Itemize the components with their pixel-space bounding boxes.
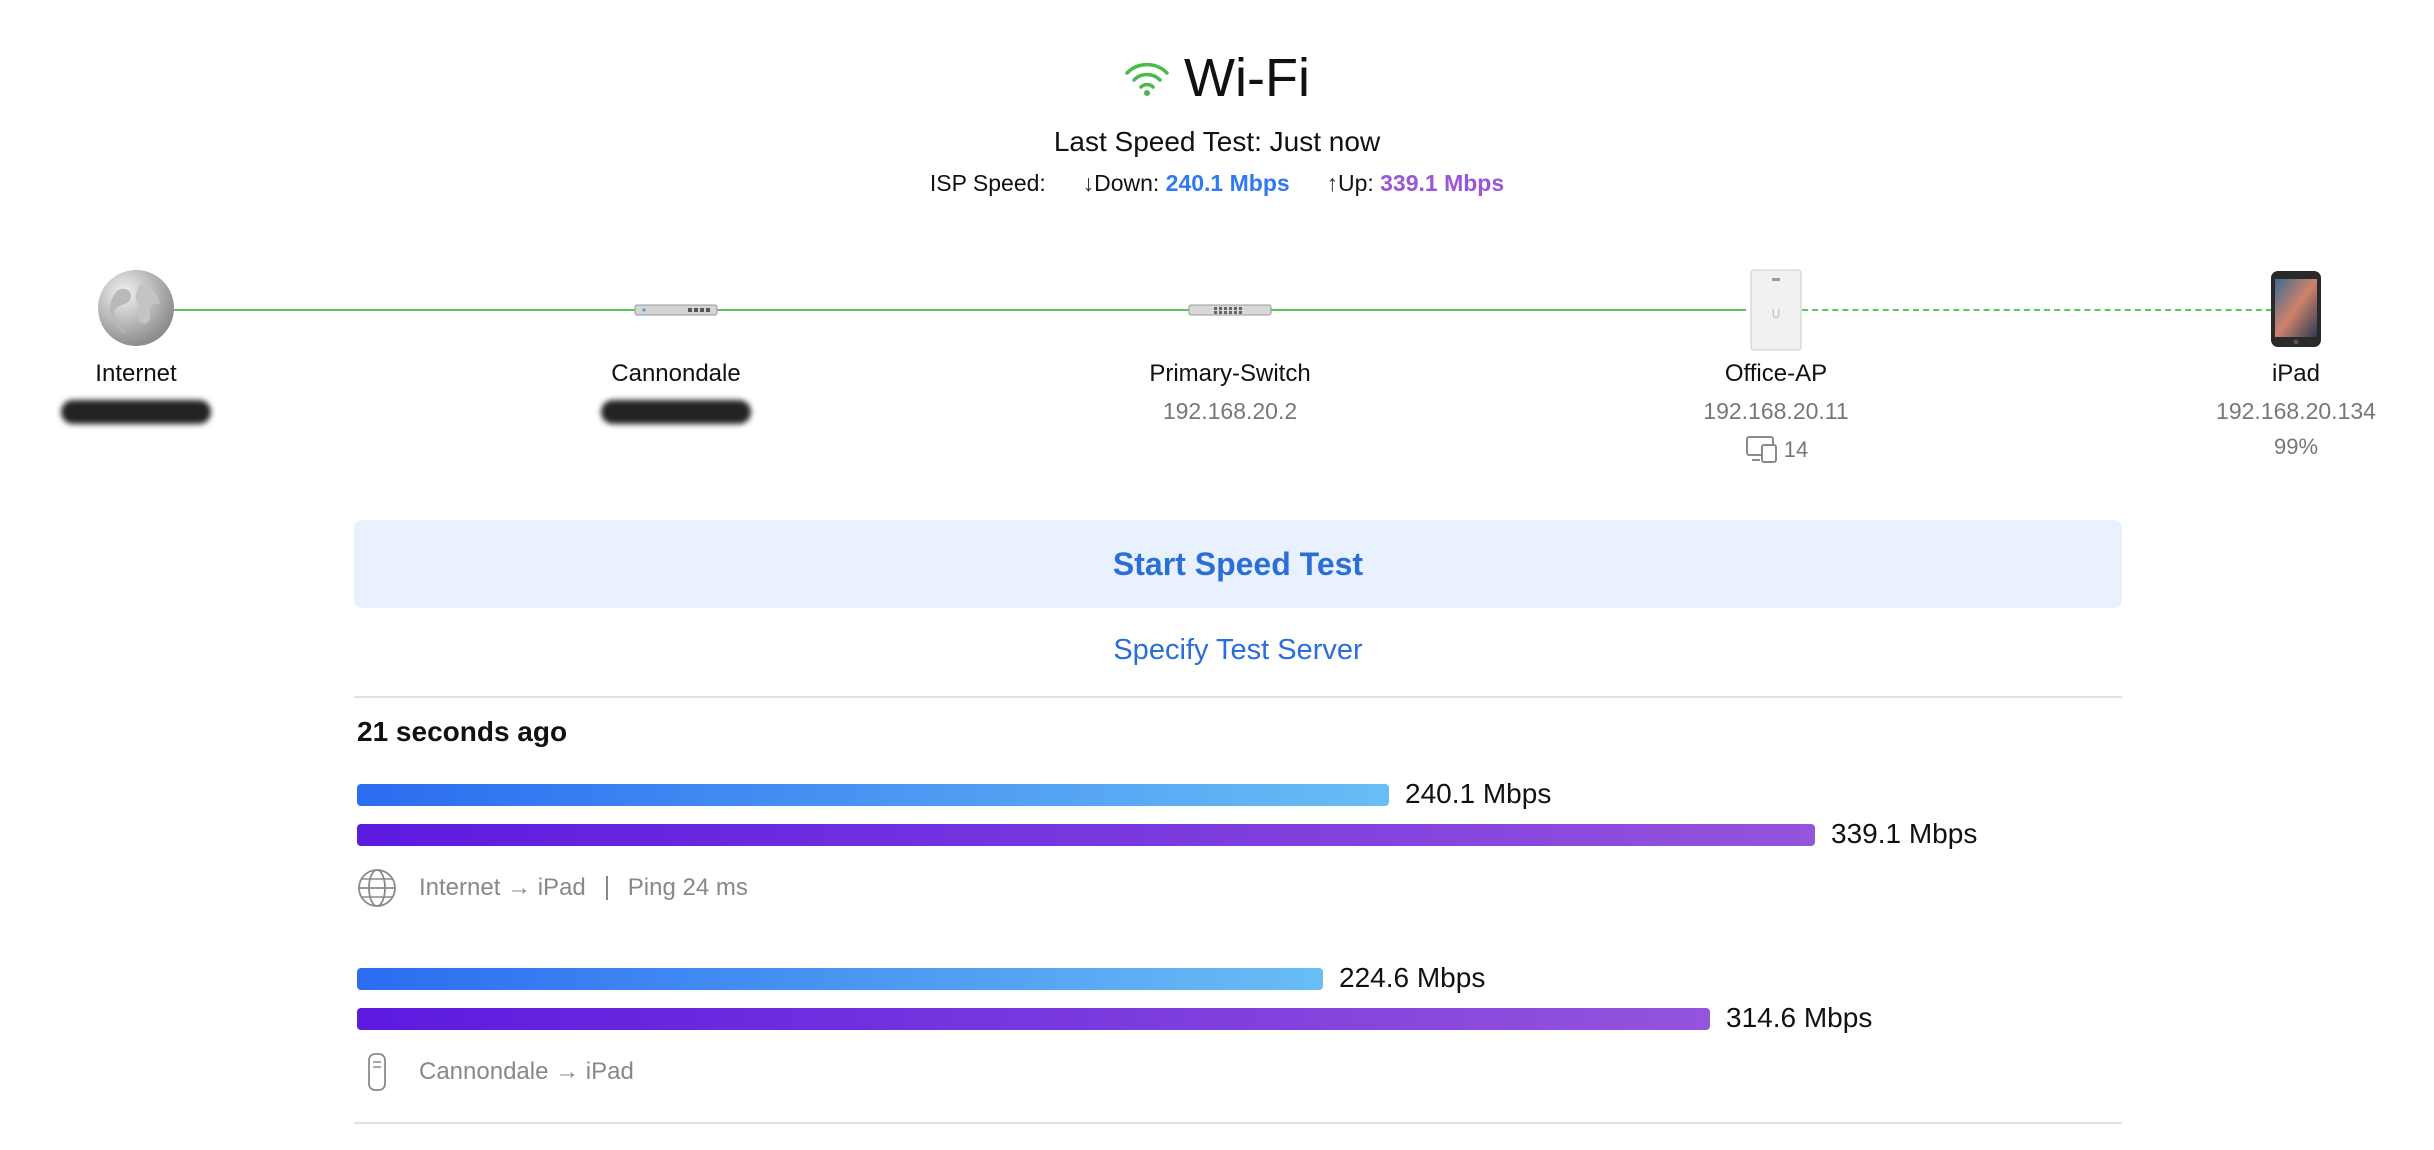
separator xyxy=(605,876,608,900)
isp-speed-label: ISP Speed: xyxy=(929,170,1046,196)
svg-text:U: U xyxy=(1772,307,1781,321)
isp-down-value: 240.1 Mbps xyxy=(1165,170,1290,196)
signal-strength: 99% xyxy=(2273,434,2319,459)
node-name: Primary-Switch xyxy=(1149,360,1311,387)
gateway-device-icon xyxy=(368,1053,386,1091)
redacted-ip xyxy=(601,400,751,424)
down-arrow-icon: ↓ xyxy=(1082,170,1095,196)
start-speed-test-button[interactable]: Start Speed Test xyxy=(354,520,2122,608)
up-arrow-icon: ↑ xyxy=(1326,170,1338,196)
globe-icon xyxy=(98,270,174,346)
access-point-icon: U xyxy=(1750,269,1802,351)
upload-speed-bar xyxy=(357,1008,1710,1030)
isp-speed-row: ISP Speed: ↓Down: 240.1 Mbps ↑Up: 339.1 … xyxy=(0,170,2434,197)
node-ip: 192.168.20.134 xyxy=(2216,398,2376,424)
node-name: Internet xyxy=(95,360,177,387)
test-path: Internet → iPad xyxy=(419,874,586,901)
download-speed-value: 224.6 Mbps xyxy=(1339,962,1486,993)
test-path-row: Internet → iPad Ping 24 ms xyxy=(357,868,748,908)
node-ip: 192.168.20.11 xyxy=(1703,398,1849,424)
client-count-value: 14 xyxy=(1783,437,1809,462)
node-ip: 192.168.20.2 xyxy=(1162,398,1298,424)
topology-link-solid xyxy=(170,309,1746,311)
result-timestamp: 21 seconds ago xyxy=(357,716,568,747)
topology-link-wireless xyxy=(1792,309,2282,311)
isp-up-value: 339.1 Mbps xyxy=(1380,170,1505,196)
network-topology: Internet Cannondale Primary-Switch 192.1… xyxy=(0,260,2434,480)
test-path-row: Cannondale → iPad xyxy=(357,1052,634,1092)
node-name: iPad xyxy=(2271,360,2321,387)
divider xyxy=(354,696,2122,698)
divider xyxy=(354,1122,2122,1124)
ping-value: Ping 24 ms xyxy=(627,874,748,901)
node-name: Office-AP xyxy=(1724,360,1828,387)
redacted-ip xyxy=(61,400,211,424)
download-speed-value: 240.1 Mbps xyxy=(1405,778,1552,809)
last-speed-test-text: Last Speed Test: Just now xyxy=(1053,126,1381,157)
test-path: Cannondale → iPad xyxy=(419,1058,634,1085)
page-header: Wi-Fi xyxy=(0,38,2434,118)
specify-test-server-link[interactable]: Specify Test Server xyxy=(354,634,2122,667)
globe-icon xyxy=(358,869,396,907)
down-label: Down: xyxy=(1094,170,1160,196)
upload-speed-value: 339.1 Mbps xyxy=(1831,818,1978,849)
node-name: Cannondale xyxy=(611,360,741,387)
client-count: 14 xyxy=(1646,434,1906,464)
download-speed-bar xyxy=(357,968,1323,990)
upload-speed-value: 314.6 Mbps xyxy=(1726,1002,1873,1033)
tablet-icon xyxy=(2271,271,2321,347)
page-title: Wi-Fi xyxy=(1184,48,1310,108)
upload-speed-bar xyxy=(357,824,1815,846)
download-speed-bar xyxy=(357,784,1389,806)
devices-icon xyxy=(1745,436,1777,463)
up-label: Up: xyxy=(1337,170,1374,196)
switch-device-icon xyxy=(1188,304,1272,316)
specify-test-server-label: Specify Test Server xyxy=(1113,634,1363,666)
title-row: Wi-Fi xyxy=(1124,38,1310,118)
wifi-icon xyxy=(1125,62,1169,96)
gateway-device-icon xyxy=(634,304,718,316)
